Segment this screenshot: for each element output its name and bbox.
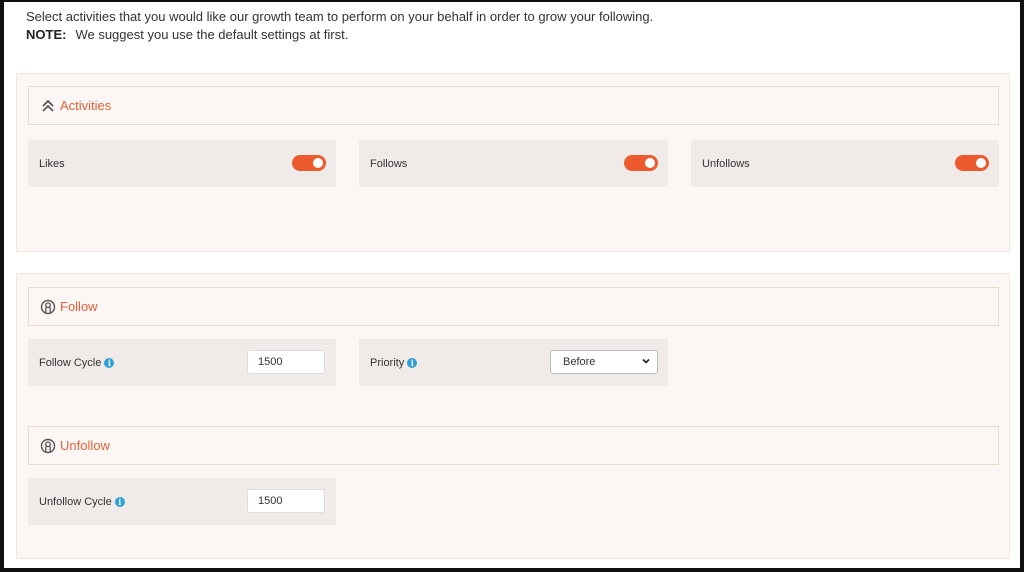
follow-settings-section: Follow Follow Cycle i Priority i Before … <box>16 273 1010 559</box>
double-chevron-up-icon[interactable] <box>40 98 56 114</box>
toggle-knob <box>313 158 323 168</box>
priority-label: Priority <box>370 356 405 369</box>
activities-title: Activities <box>60 98 112 113</box>
unfollows-toggle[interactable] <box>955 155 989 171</box>
activities-section: Activities Likes Follows Unfollows <box>16 73 1010 252</box>
intro-description: Select activities that you would like ou… <box>26 9 654 24</box>
activity-card-follows: Follows <box>359 140 668 187</box>
unfollow-cycle-label-wrap: Unfollow Cycle i <box>39 496 125 508</box>
user-circle-icon <box>40 299 56 315</box>
follows-toggle[interactable] <box>624 155 658 171</box>
priority-label-wrap: Priority i <box>370 356 418 369</box>
follow-cycle-label-wrap: Follow Cycle i <box>39 356 115 369</box>
priority-selected-value: Before <box>563 356 596 368</box>
activity-card-unfollows: Unfollows <box>691 140 999 187</box>
follow-header[interactable]: Follow <box>28 287 999 326</box>
activity-label-follows: Follows <box>370 157 408 170</box>
info-icon[interactable]: i <box>104 357 115 368</box>
note-text: We suggest you use the default settings … <box>75 27 349 42</box>
unfollow-title: Unfollow <box>60 438 110 453</box>
follow-cycle-card: Follow Cycle i <box>28 339 336 386</box>
unfollow-header[interactable]: Unfollow <box>28 426 999 465</box>
info-icon[interactable]: i <box>407 357 418 368</box>
chevron-down-icon <box>641 356 651 369</box>
toggle-knob <box>976 158 986 168</box>
unfollow-cycle-label: Unfollow Cycle <box>39 495 112 508</box>
activity-label-unfollows: Unfollows <box>702 157 750 170</box>
priority-card: Priority i Before <box>359 339 668 386</box>
likes-toggle[interactable] <box>292 155 326 171</box>
note-line: NOTE: We suggest you use the default set… <box>26 26 653 44</box>
unfollow-cycle-input[interactable] <box>247 489 325 513</box>
priority-select[interactable]: Before <box>550 350 658 374</box>
toggle-knob <box>645 158 655 168</box>
activities-header[interactable]: Activities <box>28 86 999 125</box>
activity-card-likes: Likes <box>28 140 336 187</box>
note-label: NOTE: <box>26 27 67 42</box>
follow-title: Follow <box>60 299 98 314</box>
intro-text: Select activities that you would like ou… <box>26 8 653 44</box>
info-icon[interactable]: i <box>114 496 125 507</box>
follow-cycle-input[interactable] <box>247 350 325 374</box>
unfollow-cycle-card: Unfollow Cycle i <box>28 478 336 525</box>
user-circle-icon <box>40 438 56 454</box>
follow-cycle-label: Follow Cycle <box>39 356 102 369</box>
activity-label-likes: Likes <box>39 157 65 170</box>
